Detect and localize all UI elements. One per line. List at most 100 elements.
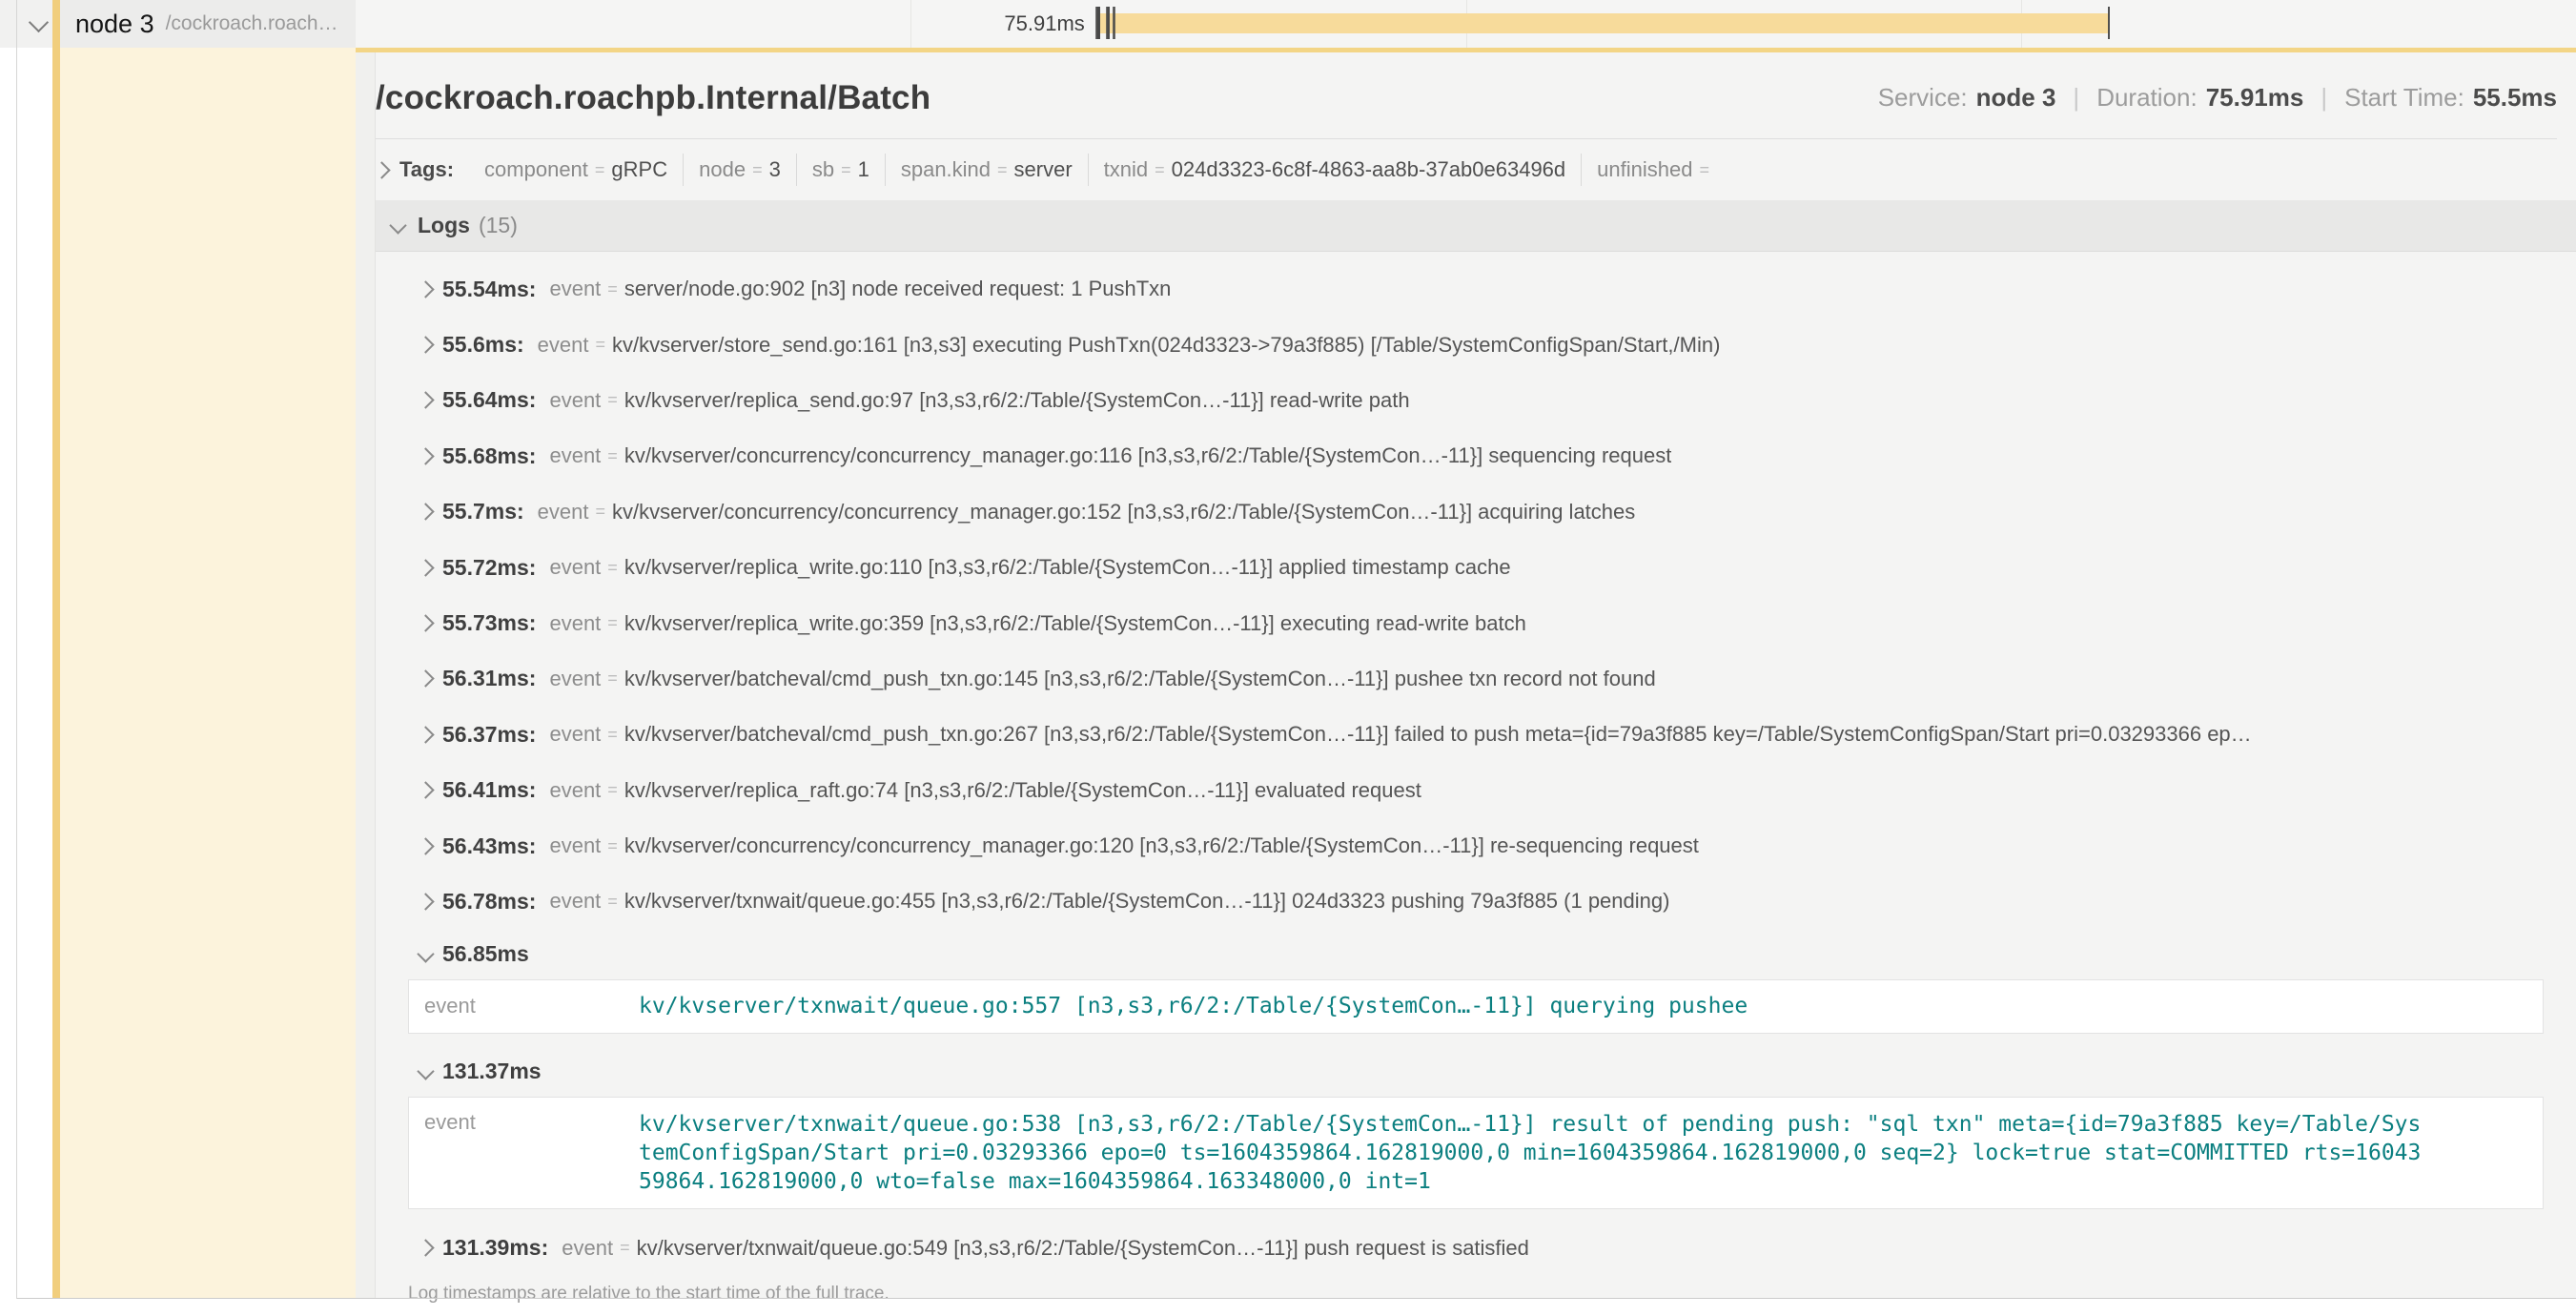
chevron-right-icon[interactable] bbox=[417, 280, 434, 298]
equals-sign: = bbox=[752, 160, 763, 180]
chevron-right-icon[interactable] bbox=[417, 837, 434, 854]
span-row[interactable]: node 3 /cockroach.roach… 75.91ms bbox=[0, 0, 2576, 48]
tags-label: Tags: bbox=[399, 157, 454, 182]
log-row-expanded-header[interactable]: 56.85ms bbox=[376, 930, 2576, 979]
meta-separator: | bbox=[2320, 83, 2327, 113]
tag-item[interactable]: unfinished= bbox=[1581, 154, 1731, 186]
log-field-key: event bbox=[562, 1236, 613, 1261]
span-duration-bar[interactable] bbox=[1096, 13, 2109, 33]
log-row[interactable]: 55.72ms:event=kv/kvserver/replica_write.… bbox=[376, 540, 2565, 595]
equals-sign: = bbox=[1155, 160, 1165, 180]
chevron-right-icon[interactable] bbox=[417, 559, 434, 576]
equals-sign: = bbox=[595, 160, 605, 180]
log-marker bbox=[1114, 7, 1115, 39]
tag-key: sb bbox=[812, 157, 834, 182]
tag-item[interactable]: sb=1 bbox=[796, 154, 885, 186]
tag-item[interactable]: span.kind=server bbox=[885, 154, 1088, 186]
meta-label: Start Time: bbox=[2344, 83, 2464, 113]
equals-sign: = bbox=[607, 446, 618, 466]
log-row[interactable]: 55.6ms:event=kv/kvserver/store_send.go:1… bbox=[376, 317, 2565, 372]
log-timestamp: 56.85ms bbox=[442, 941, 529, 967]
log-event-detail-box: eventkv/kvserver/txnwait/queue.go:538 [n… bbox=[408, 1097, 2544, 1209]
tag-key: component bbox=[484, 157, 588, 182]
span-detail-header: /cockroach.roachpb.Internal/Batch Servic… bbox=[376, 57, 2557, 139]
log-message: kv/kvserver/replica_write.go:110 [n3,s3,… bbox=[624, 555, 1511, 580]
selected-row-column-highlight bbox=[60, 48, 356, 1299]
log-marker bbox=[1098, 7, 1100, 39]
span-row-gutter bbox=[0, 0, 60, 48]
chevron-right-icon[interactable] bbox=[417, 1240, 434, 1257]
log-row[interactable]: 55.64ms:event=kv/kvserver/replica_send.g… bbox=[376, 373, 2565, 428]
log-row[interactable]: 56.43ms:event=kv/kvserver/concurrency/co… bbox=[376, 818, 2565, 874]
log-field-key: event bbox=[549, 277, 601, 301]
log-row-expanded-header[interactable]: 131.37ms bbox=[376, 1047, 2576, 1097]
log-field-key: event bbox=[549, 833, 601, 858]
log-timestamp: 55.54ms: bbox=[442, 277, 536, 302]
log-timestamp: 55.72ms: bbox=[442, 555, 536, 581]
tag-value: gRPC bbox=[611, 157, 667, 182]
chevron-right-icon[interactable] bbox=[417, 392, 434, 409]
equals-sign: = bbox=[620, 1238, 630, 1258]
log-field-key: event bbox=[549, 555, 601, 580]
log-row[interactable]: 55.7ms:event=kv/kvserver/concurrency/con… bbox=[376, 484, 2565, 540]
log-message: kv/kvserver/batcheval/cmd_push_txn.go:14… bbox=[624, 667, 1656, 691]
log-row[interactable]: 55.54ms: event = server/node.go:902 [n3] no… bbox=[376, 261, 2565, 317]
equals-sign: = bbox=[607, 780, 618, 800]
log-field-key: event bbox=[549, 611, 601, 636]
logs-title: Logs bbox=[418, 213, 470, 238]
event-field-value: kv/kvserver/txnwait/queue.go:557 [n3,s3,… bbox=[639, 992, 2426, 1020]
tag-item[interactable]: node = 3 bbox=[683, 154, 796, 186]
log-message: kv/kvserver/concurrency/concurrency_mana… bbox=[612, 500, 1635, 524]
chevron-down-icon[interactable] bbox=[417, 945, 434, 962]
meta-value: 55.5ms bbox=[2473, 83, 2557, 113]
log-message: server/node.go:902 [n3] node received re… bbox=[624, 277, 1172, 301]
chevron-down-icon[interactable] bbox=[389, 216, 406, 234]
chevron-right-icon[interactable] bbox=[417, 782, 434, 799]
tag-item[interactable]: txnid=024d3323-6c8f-4863-aa8b-37ab0e6349… bbox=[1088, 154, 1581, 186]
chevron-down-icon[interactable] bbox=[29, 12, 49, 32]
log-list: 55.54ms: event = server/node.go:902 [n3] no… bbox=[376, 252, 2576, 1276]
equals-sign: = bbox=[1699, 160, 1709, 180]
chevron-right-icon[interactable] bbox=[417, 504, 434, 521]
logs-section-header[interactable]: Logs (15) bbox=[376, 200, 2576, 252]
log-row[interactable]: 55.73ms:event=kv/kvserver/replica_write.… bbox=[376, 595, 2565, 650]
log-timestamp: 131.39ms: bbox=[442, 1235, 548, 1261]
tag-value: 3 bbox=[769, 157, 781, 182]
log-field-key: event bbox=[549, 778, 601, 803]
tag-item[interactable]: component = gRPC bbox=[469, 154, 683, 186]
log-field-key: event bbox=[549, 722, 601, 747]
log-timestamp: 55.64ms: bbox=[442, 387, 536, 413]
log-timestamp: 56.78ms: bbox=[442, 889, 536, 915]
log-field-key: event bbox=[538, 333, 589, 358]
span-name-cell[interactable]: node 3 /cockroach.roach… bbox=[60, 0, 356, 48]
chevron-right-icon[interactable] bbox=[417, 670, 434, 688]
log-row[interactable]: 55.68ms:event=kv/kvserver/concurrency/co… bbox=[376, 428, 2565, 483]
log-marker bbox=[1108, 7, 1110, 39]
equals-sign: = bbox=[607, 892, 618, 912]
tag-key: node bbox=[699, 157, 746, 182]
equals-sign: = bbox=[607, 613, 618, 633]
chevron-down-icon[interactable] bbox=[417, 1062, 434, 1080]
log-row[interactable]: 56.31ms:event=kv/kvserver/batcheval/cmd_… bbox=[376, 651, 2565, 707]
log-row[interactable]: 56.78ms:event=kv/kvserver/txnwait/queue.… bbox=[376, 874, 2565, 929]
span-detail-panel: /cockroach.roachpb.Internal/Batch Servic… bbox=[356, 48, 2576, 1299]
log-row[interactable]: 56.41ms:event=kv/kvserver/replica_raft.g… bbox=[376, 763, 2565, 818]
log-message: kv/kvserver/batcheval/cmd_push_txn.go:26… bbox=[624, 722, 2252, 747]
log-message: kv/kvserver/txnwait/queue.go:549 [n3,s3,… bbox=[637, 1236, 1529, 1261]
chevron-right-icon[interactable] bbox=[417, 726, 434, 743]
tags-row[interactable]: Tags: component = gRPC node = 3 sb=1span.kind=… bbox=[376, 139, 2576, 200]
chevron-right-icon[interactable] bbox=[417, 336, 434, 353]
chevron-right-icon[interactable] bbox=[417, 447, 434, 464]
meta-label: Service: bbox=[1878, 83, 1968, 113]
tag-key: txnid bbox=[1104, 157, 1148, 182]
span-timeline[interactable]: 75.91ms bbox=[356, 0, 2576, 48]
span-duration-label: 75.91ms bbox=[1004, 0, 1084, 48]
chevron-right-icon[interactable] bbox=[376, 161, 391, 178]
log-row[interactable]: 56.37ms:event=kv/kvserver/batcheval/cmd_… bbox=[376, 707, 2565, 762]
log-message: kv/kvserver/replica_write.go:359 [n3,s3,… bbox=[624, 611, 1526, 636]
log-row[interactable]: 131.39ms: event = kv/kvserver/txnwait/queue… bbox=[376, 1221, 2565, 1276]
chevron-right-icon[interactable] bbox=[417, 614, 434, 631]
equals-sign: = bbox=[607, 279, 618, 299]
equals-sign: = bbox=[997, 160, 1008, 180]
chevron-right-icon[interactable] bbox=[417, 893, 434, 910]
